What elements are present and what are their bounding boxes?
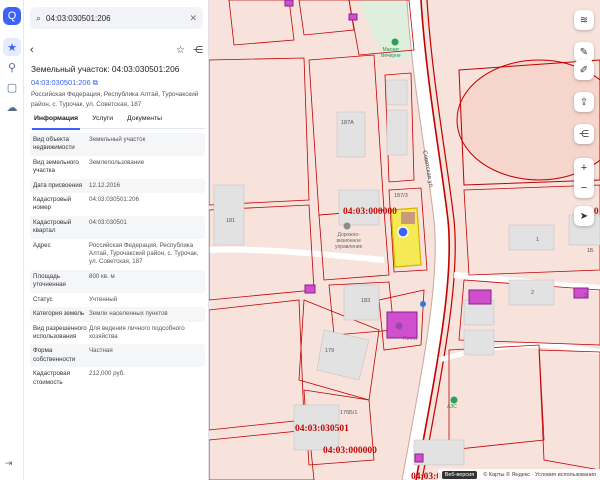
layers-icon[interactable]: ≋	[574, 10, 594, 30]
table-row: Вид земельного участка Землепользование	[30, 156, 205, 179]
copy-icon[interactable]: ⧉	[93, 78, 98, 87]
search-input[interactable]	[46, 13, 177, 23]
clear-icon[interactable]: ✕	[189, 13, 197, 24]
row-value: 04:03:030501:206	[89, 196, 139, 204]
cloud-icon[interactable]: ☁	[3, 98, 21, 116]
building-label: 176Б/1	[340, 410, 358, 416]
table-row: Вид объекта недвижимости Земельный участ…	[30, 133, 205, 156]
tab-bar: Информация Услуги Документы	[30, 115, 205, 130]
table-row: Кадастровый номер 04:03:030501:206	[30, 193, 205, 216]
row-key: Кадастровый квартал	[33, 218, 72, 235]
building-label: 1	[536, 237, 540, 243]
square-icon[interactable]: ▢	[3, 78, 21, 96]
row-value: Учтенный	[89, 295, 118, 303]
row-value: Землепользование	[89, 158, 145, 166]
row-value: Российская Федерация, Республика Алтай, …	[89, 241, 199, 266]
locate-icon[interactable]: ➤	[574, 206, 594, 226]
row-key: Вид разрешенного использования	[33, 324, 87, 340]
table-row: Категория земель Земли населенных пункто…	[30, 307, 205, 322]
row-key: Дата присвоения	[33, 181, 83, 189]
zoom-out-button[interactable]: −	[574, 178, 594, 198]
row-value: Земли населенных пунктов	[89, 310, 168, 318]
quarter-label: 04:03:000000	[343, 207, 397, 217]
row-value: 800 кв. м	[89, 272, 115, 280]
building-label: 179	[325, 348, 335, 354]
star-icon[interactable]: ★	[3, 38, 21, 56]
map-canvas	[209, 0, 600, 480]
row-key: Кадастровый номер	[33, 196, 72, 212]
row-value: Для ведения личного подсобного хозяйства	[89, 324, 185, 340]
row-key: Форма собственности	[33, 347, 76, 363]
row-key: Вид земельного участка	[33, 158, 79, 175]
app-logo-icon[interactable]: Q	[3, 7, 21, 25]
map-view[interactable]: 04:03:000000 04:03:030501 04:03:000000 0…	[209, 0, 600, 480]
row-key: Кадастровая стоимость	[33, 370, 70, 386]
pin-icon[interactable]: ⚲	[3, 58, 21, 76]
panel-header: ‹ ☆ ⋲	[30, 42, 203, 58]
zoom-in-button[interactable]: +	[574, 158, 594, 178]
edit-icon[interactable]: ✐	[574, 60, 594, 80]
logout-icon[interactable]: ⇥	[5, 458, 13, 469]
table-row: Форма собственности Частная	[30, 344, 205, 368]
row-value: Частная	[89, 347, 113, 355]
share-map-icon[interactable]: ⋲	[574, 124, 594, 144]
table-row: Статус Учтенный	[30, 293, 205, 307]
table-row: Дата присвоения 12.12.2016	[30, 178, 205, 194]
left-rail: Q ★ ⚲ ▢ ☁	[0, 0, 24, 480]
object-address: Российская Федерация, Республика Алтай, …	[31, 91, 199, 108]
row-key: Адрес	[33, 241, 51, 249]
search-icon: ⌕	[36, 12, 42, 23]
upload-icon[interactable]: ⇪	[574, 92, 594, 112]
table-row: Вид разрешенного использования Для веден…	[30, 322, 205, 345]
poi-label: Магнит Вечерне	[381, 47, 401, 59]
object-title: Земельный участок: 04:03:030501:206	[31, 64, 180, 74]
table-row: Адрес Российская Федерация, Республика А…	[30, 239, 205, 270]
cad-number-text[interactable]: 04:03:030501:206	[31, 78, 91, 87]
building-label: 187А	[341, 120, 354, 126]
building-label: 3	[584, 293, 588, 299]
yandex-link[interactable]: Веб-версия	[441, 470, 478, 479]
poi-label: АЗС	[447, 404, 457, 410]
row-value: 212,000 руб.	[89, 370, 125, 378]
row-value: 12.12.2016	[89, 181, 120, 189]
row-value: Земельный участок	[89, 136, 146, 143]
poi-label: Почта	[403, 336, 417, 342]
back-icon[interactable]: ‹	[30, 44, 34, 56]
table-row: Кадастровая стоимость 212,000 руб.	[30, 367, 205, 390]
tab-services[interactable]: Услуги	[92, 115, 113, 129]
table-row: Площадь уточненная 800 кв. м	[30, 269, 205, 293]
quarter-label: 04:03:000000	[323, 446, 377, 456]
building-label: 1Б	[587, 248, 594, 254]
info-panel: ⌕ ✕ ‹ ☆ ⋲ Земельный участок: 04:03:03050…	[24, 0, 209, 480]
attribution-text[interactable]: © Карты © Яндекс · Условия использования	[483, 472, 596, 478]
info-table: Вид объекта недвижимости Земельный участ…	[30, 133, 205, 390]
share-icon[interactable]: ⋲	[193, 45, 203, 56]
search-bar: ⌕ ✕	[30, 7, 203, 29]
row-key: Категория земель	[33, 310, 85, 318]
ruler-icon[interactable]: ✎	[574, 42, 594, 62]
quarter-label: 04:03:030501	[295, 424, 349, 434]
building-label: 183	[361, 298, 371, 304]
tab-documents[interactable]: Документы	[127, 115, 162, 129]
row-key: Площадь уточненная	[33, 272, 66, 289]
building-label: 181	[226, 218, 236, 224]
row-key: Статус	[33, 295, 53, 303]
map-attribution: Веб-версия © Карты © Яндекс · Условия ис…	[437, 469, 600, 480]
poi-label: Дорожно- визионное управление	[335, 232, 363, 250]
cad-number-link[interactable]: 04:03:030501:206 ⧉	[31, 78, 98, 88]
table-row: Кадастровый квартал 04:03:030501	[30, 215, 205, 239]
building-label: 2	[531, 290, 535, 296]
building-label: 187/3	[394, 193, 408, 199]
zoom-controls: + −	[574, 158, 594, 198]
row-value: 04:03:030501	[89, 218, 127, 226]
tab-info[interactable]: Информация	[31, 115, 81, 130]
bookmark-star-icon[interactable]: ☆	[176, 45, 185, 56]
row-key: Вид объекта недвижимости	[33, 136, 75, 152]
